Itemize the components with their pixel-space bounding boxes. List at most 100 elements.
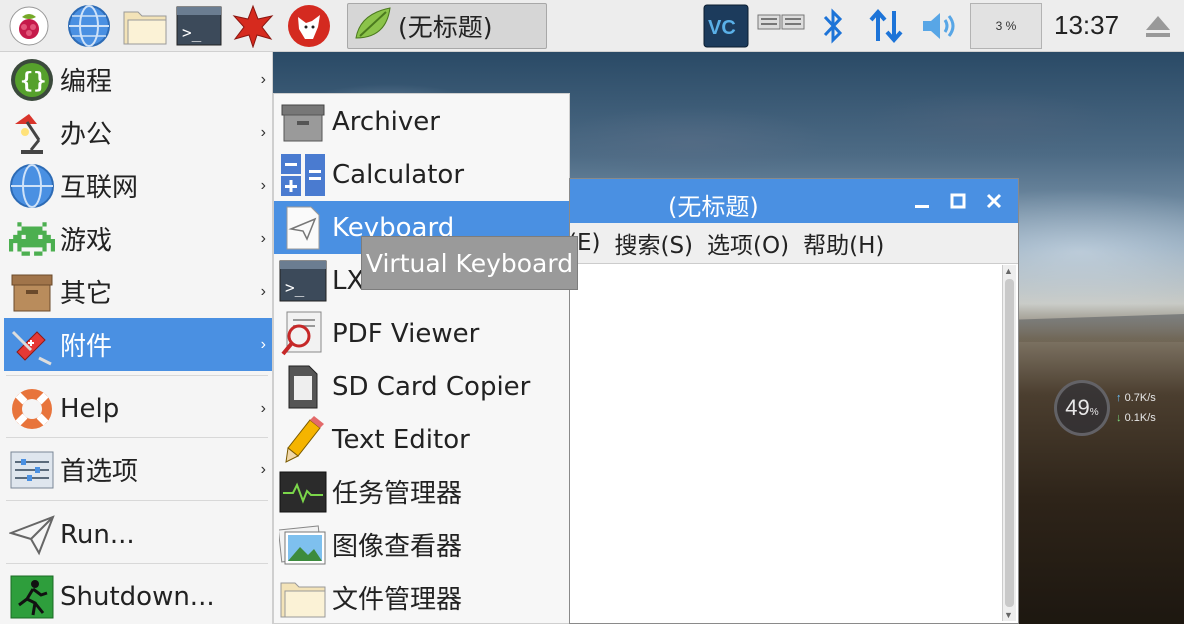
minimize-icon[interactable] (908, 187, 936, 215)
wolfram-wolf-icon[interactable] (286, 4, 332, 48)
menu-item-accessories[interactable]: 附件 › (4, 318, 272, 371)
window-title: (无标题) (668, 193, 759, 221)
mathematica-star-icon[interactable] (230, 4, 276, 48)
preferences-icon (6, 446, 58, 494)
svg-text:>_: >_ (285, 278, 305, 297)
menu-item-label: Help (60, 393, 120, 424)
menu-item-label: 附件 (60, 332, 113, 362)
submenu-item-label: 文件管理器 (332, 585, 463, 615)
menu-item-label: 游戏 (60, 226, 113, 256)
main-menu: {} 编程 › 办公 › 互联网 › 游戏 › 其它 › 附件 › Help ›… (0, 52, 273, 624)
exit-icon (6, 573, 58, 621)
scroll-down-icon[interactable]: ▼ (1004, 610, 1013, 620)
submenu-item-label: SD Card Copier (332, 371, 531, 402)
office-lamp-icon (6, 109, 58, 157)
taskbar-text-editor-button[interactable]: (无标题) (347, 3, 547, 49)
pdf-viewer-icon (276, 309, 330, 359)
submenu-item-archiver[interactable]: Archiver (274, 95, 569, 148)
menu-item-internet[interactable]: 互联网 › (4, 159, 272, 212)
text-editor-window: (无标题) (E) 搜索(S) 选项(O) 帮助(H) ▲ ▼ (568, 178, 1019, 624)
web-browser-globe-icon[interactable] (66, 4, 112, 48)
programming-icon: {} (6, 56, 58, 104)
menu-item-label: 办公 (60, 120, 113, 150)
swiss-knife-icon (6, 321, 58, 369)
notepad-leaf-icon (352, 4, 394, 49)
chevron-right-icon: › (260, 229, 266, 247)
terminal-icon[interactable]: >_ (176, 4, 222, 48)
scroll-up-icon[interactable]: ▲ (1004, 266, 1013, 276)
submenu-item-sd-card-copier[interactable]: SD Card Copier (274, 360, 569, 413)
keyboard-layout-icon[interactable] (756, 4, 806, 48)
menu-item-games[interactable]: 游戏 › (4, 212, 272, 265)
upload-unit: K/s (1139, 392, 1156, 404)
task-manager-icon (276, 467, 330, 517)
archiver-icon (276, 97, 330, 147)
chevron-right-icon: › (260, 335, 266, 353)
usage-ring: 49% (1054, 380, 1110, 436)
submenu-item-image-viewer[interactable]: 图像查看器 (274, 518, 569, 571)
submenu-item-task-manager[interactable]: 任务管理器 (274, 465, 569, 518)
upload-arrow-icon: ↑ (1116, 392, 1122, 404)
volume-icon[interactable] (918, 4, 962, 48)
menu-item-help[interactable]: Help › (4, 382, 272, 435)
menu-options[interactable]: 选项(O) (707, 226, 789, 260)
network-speed-widget: 49% ↑ 0.7K/s ↓ 0.1K/s (1054, 380, 1174, 436)
vertical-scrollbar[interactable]: ▲ ▼ (1002, 265, 1016, 621)
svg-text:>_: >_ (182, 23, 202, 42)
space-invader-icon (6, 215, 58, 263)
chevron-right-icon: › (260, 460, 266, 478)
submenu-item-label: 图像查看器 (332, 532, 463, 562)
menu-separator (6, 563, 268, 564)
menu-item-other[interactable]: 其它 › (4, 265, 272, 318)
upload-value: 0.7 (1124, 392, 1140, 404)
svg-text:VC: VC (708, 17, 736, 39)
clock[interactable]: 13:37 (1054, 10, 1119, 41)
submenu-item-label: Text Editor (332, 424, 470, 455)
submenu-item-label: Archiver (332, 106, 440, 137)
menu-separator (6, 437, 268, 438)
chevron-right-icon: › (260, 282, 266, 300)
menu-item-label: 互联网 (60, 173, 139, 203)
box-icon (6, 268, 58, 316)
download-arrow-icon: ↓ (1116, 412, 1122, 424)
taskbar-button-label: (无标题) (398, 13, 493, 42)
eject-icon[interactable] (1138, 4, 1178, 48)
tooltip: Virtual Keyboard (361, 236, 578, 290)
pencil-icon (276, 415, 330, 465)
menu-item-run[interactable]: Run... (4, 508, 272, 561)
menu-item-office[interactable]: 办公 › (4, 106, 272, 159)
usage-percent-unit: % (1089, 406, 1099, 418)
chevron-right-icon: › (260, 70, 266, 88)
vnc-icon[interactable]: VC (702, 4, 750, 48)
submenu-item-file-manager[interactable]: 文件管理器 (274, 571, 569, 624)
upload-speed: ↑ 0.7K/s (1116, 392, 1156, 404)
download-unit: K/s (1139, 412, 1156, 424)
menu-item-programming[interactable]: {} 编程 › (4, 53, 272, 106)
window-titlebar[interactable]: (无标题) (570, 179, 1018, 223)
submenu-item-calculator[interactable]: Calculator (274, 148, 569, 201)
lifebuoy-icon (6, 385, 58, 433)
submenu-item-label: PDF Viewer (332, 318, 480, 349)
bluetooth-icon[interactable] (816, 4, 850, 48)
download-value: 0.1 (1124, 412, 1140, 424)
menu-item-preferences[interactable]: 首选项 › (4, 443, 272, 496)
menu-help[interactable]: 帮助(H) (803, 226, 884, 260)
raspberry-menu-icon[interactable] (6, 4, 52, 48)
svg-text:{}: {} (20, 69, 47, 94)
download-speed: ↓ 0.1K/s (1116, 412, 1156, 424)
menu-search[interactable]: 搜索(S) (614, 226, 693, 260)
submenu-item-text-editor[interactable]: Text Editor (274, 413, 569, 466)
editor-text-area[interactable] (570, 263, 1018, 623)
globe-icon (6, 162, 58, 210)
maximize-icon[interactable] (944, 187, 972, 215)
close-icon[interactable] (980, 187, 1008, 215)
menu-item-label: Run... (60, 519, 135, 550)
network-updown-icon[interactable] (866, 4, 906, 48)
scrollbar-thumb[interactable] (1005, 279, 1014, 607)
menu-item-shutdown[interactable]: Shutdown... (4, 570, 272, 623)
submenu-item-pdf-viewer[interactable]: PDF Viewer (274, 307, 569, 360)
cpu-usage-monitor[interactable]: 3 % (970, 3, 1042, 49)
file-manager-folder-icon[interactable] (122, 4, 168, 48)
menu-item-label: Shutdown... (60, 581, 215, 612)
calculator-icon (276, 150, 330, 200)
